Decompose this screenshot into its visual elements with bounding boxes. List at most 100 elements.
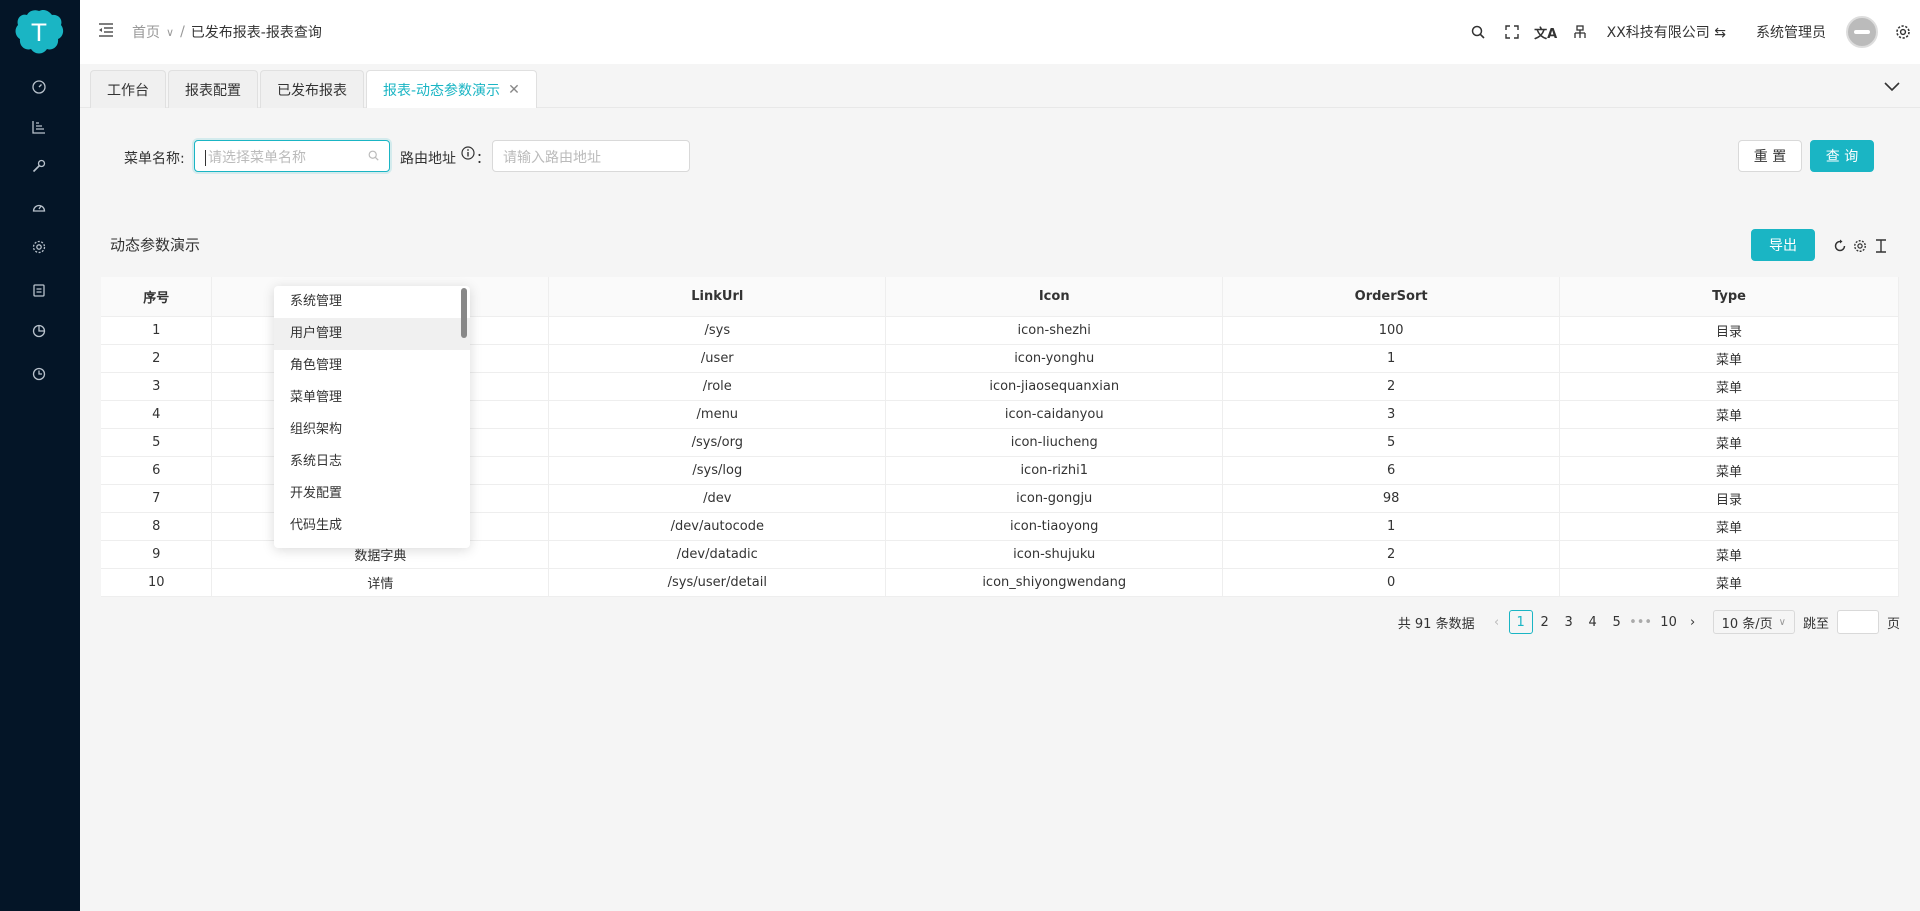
gauge-icon[interactable] <box>28 196 50 218</box>
table-cell: 10 <box>101 568 213 597</box>
next-page-icon[interactable]: › <box>1681 610 1705 634</box>
tab-report-config[interactable]: 报表配置 <box>168 70 258 108</box>
prev-page-icon[interactable]: ‹ <box>1485 610 1509 634</box>
dropdown-option[interactable]: 组织架构 <box>274 414 470 446</box>
table-cell: icon-jiaosequanxian <box>885 372 1224 401</box>
column-settings-icon[interactable] <box>1850 236 1870 256</box>
dropdown-scrollbar[interactable] <box>461 288 467 338</box>
chevron-down-icon[interactable] <box>1884 76 1900 97</box>
table-cell: 6 <box>1222 456 1561 485</box>
reset-button[interactable]: 重 置 <box>1738 140 1802 172</box>
menu-fold-icon[interactable] <box>98 22 116 40</box>
section-title: 动态参数演示 <box>110 236 201 254</box>
info-icon[interactable] <box>461 146 475 164</box>
logo-letter: T <box>31 19 47 47</box>
dropdown-option[interactable]: 系统日志 <box>274 446 470 478</box>
search-icon[interactable] <box>1461 20 1495 44</box>
density-icon[interactable] <box>1871 236 1891 256</box>
table-cell: 1 <box>101 316 213 345</box>
table-cell: /sys/org <box>548 428 887 457</box>
refresh-icon[interactable] <box>1830 236 1850 256</box>
logo[interactable]: T <box>14 8 64 56</box>
table-cell: /dev/datadic <box>548 540 887 569</box>
dropdown-option[interactable]: 系统管理 <box>274 286 470 318</box>
pie-icon[interactable] <box>28 320 50 342</box>
breadcrumb: 首页 ∨ / 已发布报表-报表查询 <box>132 22 322 42</box>
tab-label: 报表-动态参数演示 <box>383 82 501 99</box>
table-cell: 1 <box>1222 344 1561 373</box>
table-cell: 0 <box>1222 568 1561 597</box>
tab-workbench[interactable]: 工作台 <box>90 70 166 108</box>
header-actions: 文A XX科技有限公司 ⇆ 系统管理员 <box>1461 0 1920 64</box>
column-header[interactable]: OrderSort <box>1222 277 1561 317</box>
settings-icon[interactable] <box>1886 20 1920 44</box>
export-button[interactable]: 导出 <box>1751 229 1815 261</box>
fullscreen-icon[interactable] <box>1495 20 1529 44</box>
table-row[interactable]: 10 详情/sys/user/detail icon_shiyongwendang 0… <box>101 568 1899 597</box>
translate-icon[interactable]: 文A <box>1529 20 1563 44</box>
user-name[interactable]: 系统管理员 <box>1756 22 1826 42</box>
main-content: 菜单名称: 请选择菜单名称 路由地址 ： 请输入路由地址 重 置 查 询 动态参… <box>80 108 1920 911</box>
dropdown-option[interactable]: 角色管理 <box>274 350 470 382</box>
dropdown-option[interactable]: 开发配置 <box>274 478 470 510</box>
breadcrumb-home[interactable]: 首页 <box>132 22 160 42</box>
table-cell: icon-caidanyou <box>885 400 1224 429</box>
page-4[interactable]: 4 <box>1581 610 1605 634</box>
table-cell: /sys/log <box>548 456 887 485</box>
table-cell: 目录 <box>1559 316 1899 345</box>
avatar[interactable] <box>1846 16 1878 48</box>
column-header[interactable]: LinkUrl <box>548 277 887 317</box>
table-cell: /user <box>548 344 887 373</box>
tab-published-reports[interactable]: 已发布报表 <box>260 70 364 108</box>
page-3[interactable]: 3 <box>1557 610 1581 634</box>
pagination: 共 91 条数据 ‹ 1 2 3 4 5 ••• 10 › 10 条/页 ∨ 跳… <box>1398 610 1900 634</box>
menu-name-placeholder: 请选择菜单名称 <box>205 150 306 166</box>
clipboard-icon[interactable] <box>28 279 50 301</box>
chevron-down-icon[interactable]: ∨ <box>166 26 174 39</box>
table-cell: 菜单 <box>1559 372 1899 401</box>
dashboard-icon[interactable] <box>28 76 50 98</box>
breadcrumb-separator: / <box>180 24 185 40</box>
table-cell: icon-tiaoyong <box>885 512 1224 541</box>
route-input[interactable]: 请输入路由地址 <box>492 140 690 172</box>
table-cell: 5 <box>1222 428 1561 457</box>
table-cell: 目录 <box>1559 484 1899 513</box>
table-cell: 菜单 <box>1559 428 1899 457</box>
page-1[interactable]: 1 <box>1508 610 1533 634</box>
page-size-select[interactable]: 10 条/页 ∨ <box>1712 610 1795 634</box>
page-10[interactable]: 10 <box>1657 610 1681 634</box>
clock-icon[interactable] <box>28 363 50 385</box>
table-cell: 详情 <box>211 568 550 597</box>
wrench-icon[interactable] <box>28 155 50 177</box>
chart-icon[interactable] <box>28 116 50 138</box>
menu-name-dropdown: 系统管理 用户管理 角色管理 菜单管理 组织架构 系统日志 开发配置 代码生成 <box>274 286 470 548</box>
table-cell: 8 <box>101 512 213 541</box>
route-colon: ： <box>476 151 490 167</box>
gear-icon[interactable] <box>28 236 50 258</box>
query-button[interactable]: 查 询 <box>1810 140 1874 172</box>
page-5[interactable]: 5 <box>1605 610 1629 634</box>
column-header[interactable]: Icon <box>885 277 1224 317</box>
close-icon[interactable]: ✕ <box>508 82 520 98</box>
dropdown-option[interactable]: 菜单管理 <box>274 382 470 414</box>
page-2[interactable]: 2 <box>1533 610 1557 634</box>
menu-name-select[interactable]: 请选择菜单名称 <box>194 140 390 172</box>
jump-input[interactable] <box>1836 610 1879 634</box>
company-switcher[interactable]: XX科技有限公司 ⇆ <box>1607 22 1726 42</box>
table-cell: icon-rizhi1 <box>885 456 1224 485</box>
column-header[interactable]: 序号 <box>101 277 213 317</box>
column-header[interactable]: Type <box>1559 277 1899 317</box>
table-cell: 2 <box>1222 540 1561 569</box>
table-cell: icon-shujuku <box>885 540 1224 569</box>
page-ellipsis[interactable]: ••• <box>1629 610 1653 634</box>
tab-label: 工作台 <box>107 82 149 99</box>
table-cell: 菜单 <box>1559 344 1899 373</box>
dropdown-option[interactable]: 代码生成 <box>274 510 470 542</box>
dropdown-option[interactable]: 用户管理 <box>274 318 470 350</box>
org-icon[interactable] <box>1563 20 1597 44</box>
route-placeholder: 请输入路由地址 <box>503 150 601 166</box>
route-label: 路由地址 <box>400 151 456 167</box>
tab-label: 报表配置 <box>185 82 241 99</box>
table-cell: icon-gongju <box>885 484 1224 513</box>
tab-dynamic-params[interactable]: 报表-动态参数演示 ✕ <box>366 70 537 108</box>
